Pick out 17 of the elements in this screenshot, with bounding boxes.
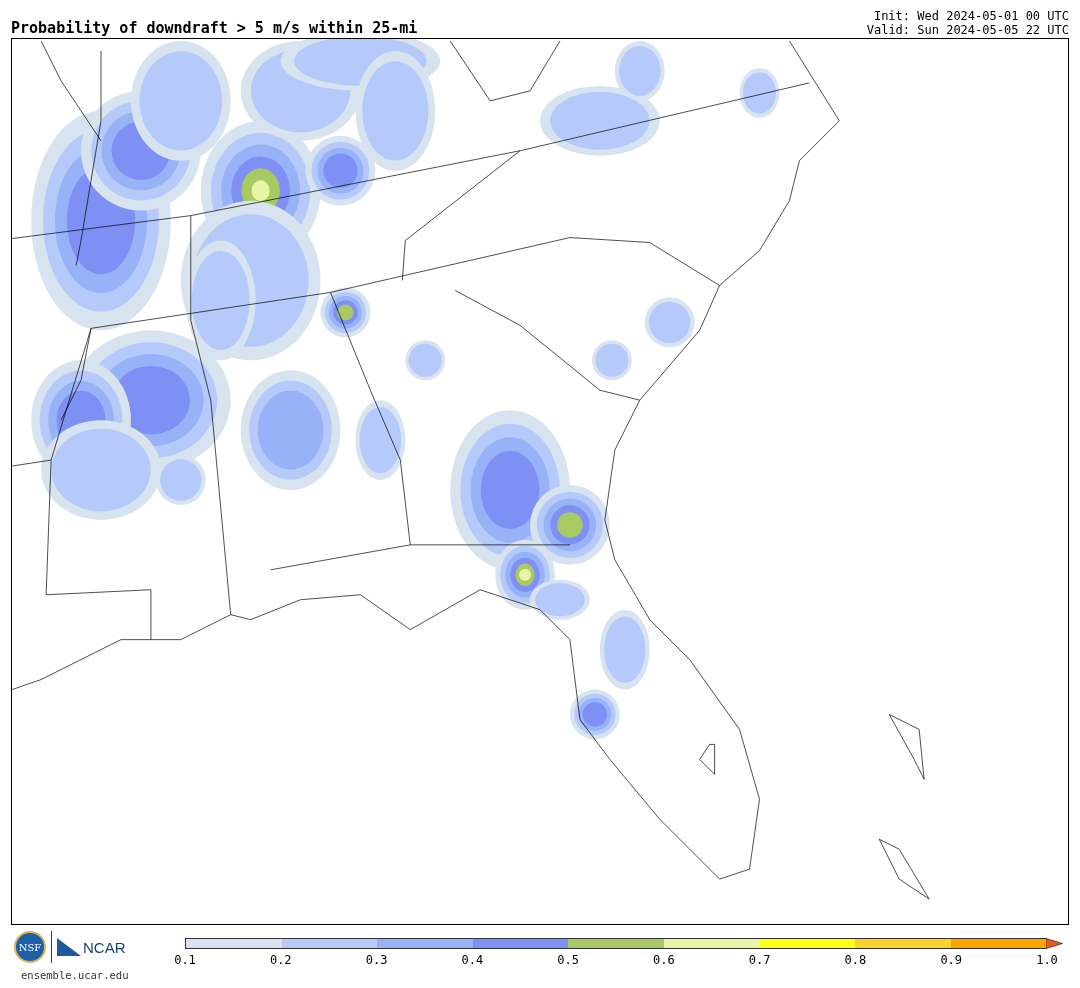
colorbar-tick-label: 0.6 [653,953,675,967]
ncar-logo: NCAR [83,938,126,956]
colorbar-tick-label: 1.0 [1036,953,1058,967]
site-url: ensemble.ucar.edu [21,969,129,981]
colorbar-tick-label: 0.1 [174,953,196,967]
colorbar-tick-label: 0.5 [557,953,579,967]
colorbar-tick-label: 0.3 [365,953,388,967]
valid-time: Valid: Sun 2024-05-05 22 UTC [866,23,1069,37]
chart-title: Probability of downdraft > 5 m/s within 25-mi [11,19,418,37]
colorbar-tick-label: 0.8 [844,953,867,967]
ncar-logo-icon [57,938,81,956]
init-time: Init: Wed 2024-05-01 00 UTC [872,9,1069,23]
colorbar-tick-label: 0.4 [461,953,484,967]
nsf-logo: NSF [14,931,46,963]
colorbar-tick-label: 0.2 [269,953,292,967]
colorbar-tick-label: 0.7 [748,953,771,967]
colorbar-tick-label: 0.9 [940,953,963,967]
